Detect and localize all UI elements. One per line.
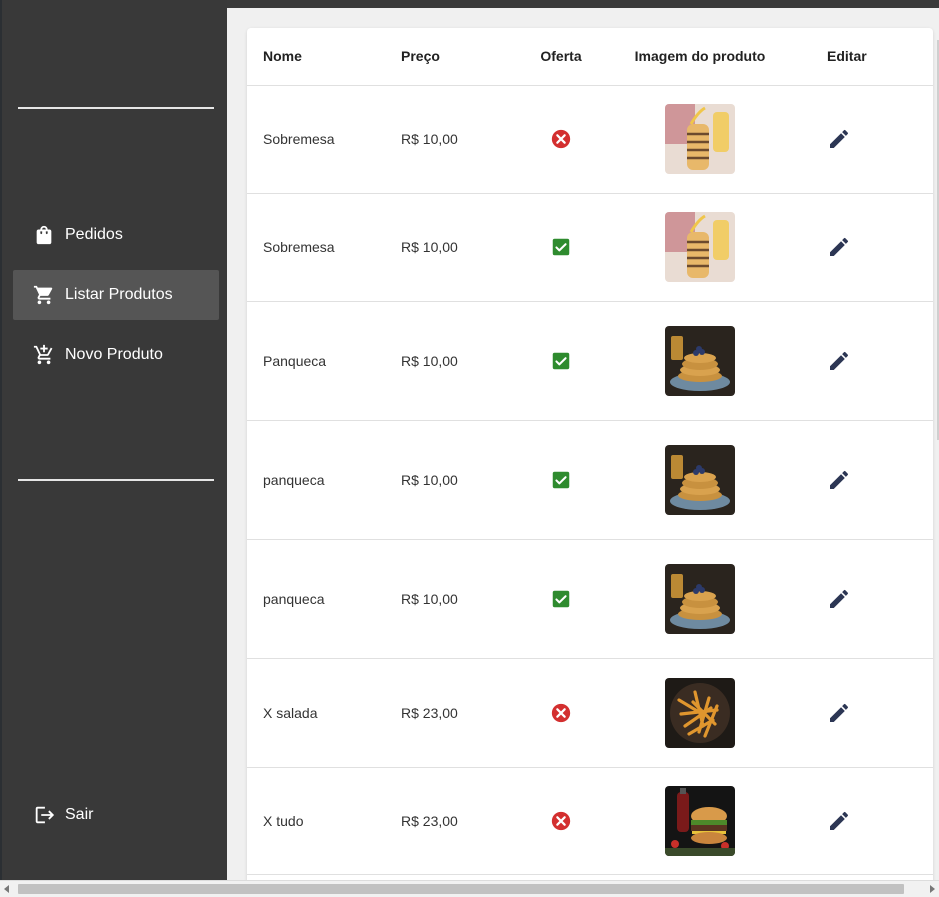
product-image [665,677,735,748]
product-price: R$ 10,00 [401,420,519,540]
horizontal-scrollbar[interactable] [0,880,939,897]
cancel-icon [550,128,572,150]
logout-button[interactable]: Sair [13,790,219,840]
product-image [665,785,735,856]
product-image [665,444,735,515]
product-name: Sobremesa [247,193,401,302]
column-header-image: Imagem do produto [603,28,797,86]
table-header-row: Nome Preço Oferta Imagem do produto Edit… [247,28,933,86]
products-table: Nome Preço Oferta Imagem do produto Edit… [247,28,933,875]
scroll-right-arrow-icon[interactable] [930,885,935,893]
sidebar-item-pedidos[interactable]: Pedidos [13,210,219,260]
checkbox-checked-icon [550,469,572,491]
product-image [665,325,735,396]
cancel-icon [550,810,572,832]
product-image [665,563,735,634]
edit-icon[interactable] [827,127,851,151]
checkbox-checked-icon [550,236,572,258]
cancel-icon [550,702,572,724]
product-price: R$ 10,00 [401,193,519,302]
product-price: R$ 23,00 [401,658,519,768]
product-price: R$ 10,00 [401,301,519,421]
edit-icon[interactable] [827,235,851,259]
main-content: Nome Preço Oferta Imagem do produto Edit… [227,8,939,888]
sidebar-item-label: Listar Produtos [65,286,173,303]
shopping-bag-icon [33,224,55,246]
sidebar: Pedidos Listar Produtos Novo Produto Sai… [0,0,227,880]
sidebar-item-label: Novo Produto [65,346,163,363]
sidebar-item-label: Pedidos [65,226,123,243]
table-row: Sobremesa R$ 10,00 [247,193,933,302]
table-row: panqueca R$ 10,00 [247,420,933,540]
products-table-card: Nome Preço Oferta Imagem do produto Edit… [247,28,933,888]
column-header-name: Nome [247,28,401,86]
product-price: R$ 10,00 [401,85,519,194]
sidebar-item-listar-produtos[interactable]: Listar Produtos [13,270,219,320]
logout-label: Sair [65,806,94,823]
table-row: Panqueca R$ 10,00 [247,301,933,421]
product-name: Sobremesa [247,85,401,194]
product-image [665,104,735,174]
edit-icon[interactable] [827,701,851,725]
checkbox-checked-icon [550,588,572,610]
shopping-cart-icon [33,284,55,306]
table-row: Sobremesa R$ 10,00 [247,85,933,194]
table-row: X tudo R$ 23,00 [247,767,933,875]
product-name: Panqueca [247,301,401,421]
edit-icon[interactable] [827,349,851,373]
product-price: R$ 23,00 [401,767,519,875]
sidebar-divider-bottom [18,479,214,481]
column-header-edit: Editar [797,28,933,86]
logout-icon [33,804,55,826]
product-name: panqueca [247,539,401,659]
sidebar-divider-top [18,107,214,109]
add-shopping-cart-icon [33,344,55,366]
table-row: panqueca R$ 10,00 [247,539,933,659]
product-price: R$ 10,00 [401,539,519,659]
column-header-offer: Oferta [519,28,603,86]
table-row: X salada R$ 23,00 [247,658,933,768]
edit-icon[interactable] [827,809,851,833]
product-name: panqueca [247,420,401,540]
sidebar-item-novo-produto[interactable]: Novo Produto [13,330,219,380]
edit-icon[interactable] [827,587,851,611]
scrollbar-thumb[interactable] [18,884,904,894]
product-image [665,212,735,282]
column-header-price: Preço [401,28,519,86]
product-name: X tudo [247,767,401,875]
scroll-left-arrow-icon[interactable] [4,885,9,893]
product-name: X salada [247,658,401,768]
checkbox-checked-icon [550,350,572,372]
edit-icon[interactable] [827,468,851,492]
